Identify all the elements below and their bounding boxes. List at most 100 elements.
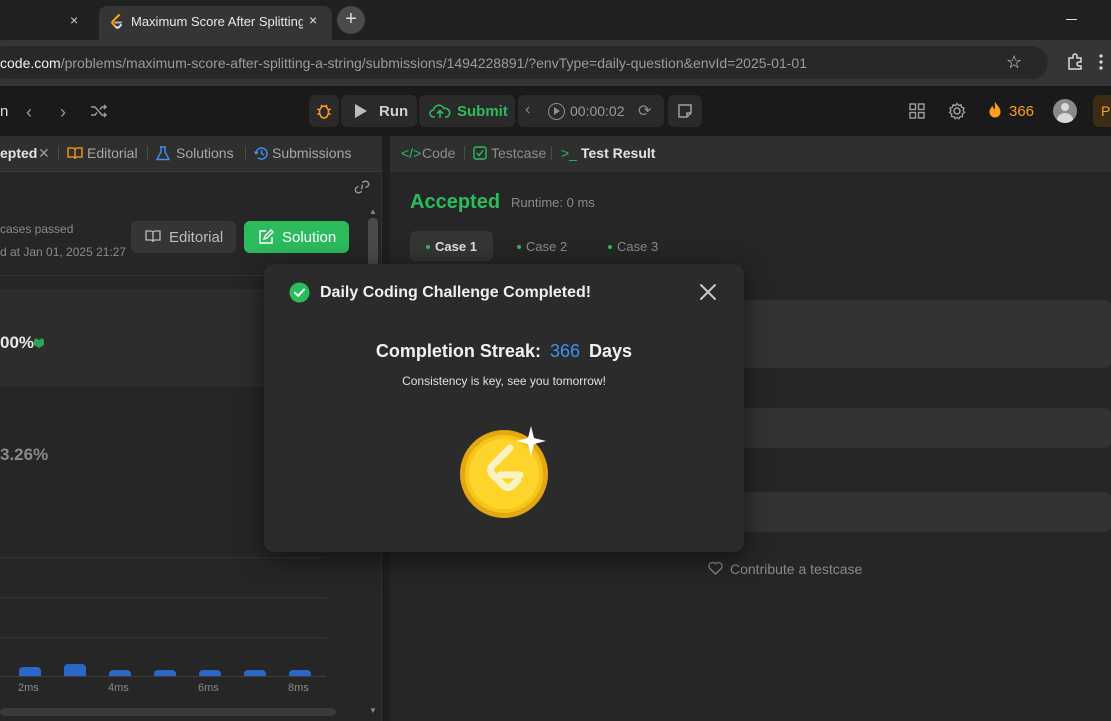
distribution-bar[interactable] [244, 670, 266, 676]
prev-problem-icon[interactable]: ‹ [26, 102, 32, 123]
streak-suffix: Days [589, 341, 633, 361]
case-tab[interactable]: Case 2 [501, 231, 584, 261]
tab-accepted[interactable]: epted [0, 145, 37, 161]
case-label: Case 2 [526, 239, 568, 254]
next-problem-icon[interactable]: › [60, 102, 66, 123]
new-tab-button[interactable]: + [337, 6, 365, 34]
streak-count[interactable]: 366 [1009, 103, 1034, 120]
case-label: Case 3 [617, 239, 659, 254]
edit-icon [259, 229, 274, 244]
tab-separator [147, 146, 148, 160]
editorial-button[interactable]: Editorial [131, 221, 236, 253]
browser-tab-previous[interactable]: × [0, 6, 96, 40]
cloud-upload-icon [429, 104, 451, 118]
tab-separator [551, 146, 552, 160]
distribution-bar[interactable] [19, 667, 41, 676]
case-label: Case 1 [435, 239, 477, 254]
heart-icon [708, 561, 723, 575]
case-tab[interactable]: Case 3 [592, 231, 675, 261]
browser-menu-icon[interactable] [1099, 54, 1103, 70]
completion-streak: Completion Streak: 366 Days [264, 341, 744, 362]
case-tab[interactable]: Case 1 [410, 231, 493, 261]
tab-editorial[interactable]: Editorial [87, 145, 138, 161]
chart-x-tick: 6ms [198, 682, 219, 694]
check-circle-icon [289, 282, 310, 303]
url-bar[interactable]: code.com/problems/maximum-score-after-sp… [0, 46, 1048, 79]
book-icon [145, 230, 161, 243]
chart-gridline [0, 557, 326, 558]
gear-icon[interactable] [948, 102, 966, 120]
chart-x-tick: 4ms [108, 682, 129, 694]
solution-button[interactable]: Solution [244, 221, 349, 253]
play-icon [355, 104, 367, 118]
distribution-bar[interactable] [64, 664, 86, 676]
cases-passed-text: cases passed [0, 222, 74, 236]
submit-label: Submit [457, 103, 508, 120]
tab-submissions[interactable]: Submissions [272, 145, 351, 161]
link-icon[interactable] [353, 180, 371, 194]
address-bar-row: code.com/problems/maximum-score-after-sp… [0, 40, 1111, 86]
memory-beats-percent: 3.26% [0, 445, 49, 464]
beats-icon [34, 338, 44, 348]
run-button[interactable]: Run [341, 95, 417, 127]
chart-gridline [0, 637, 326, 638]
notes-button[interactable] [668, 95, 702, 127]
tab-test-result[interactable]: Test Result [581, 145, 655, 161]
code-icon: </> [401, 145, 422, 161]
chart-baseline [0, 676, 326, 677]
window-minimize-icon[interactable] [1066, 19, 1077, 20]
problem-list-label[interactable]: n [0, 103, 8, 120]
scrollbar-thumb[interactable] [368, 218, 378, 266]
extensions-puzzle-icon[interactable] [1066, 53, 1084, 71]
tab-solutions[interactable]: Solutions [176, 145, 234, 161]
distribution-bar[interactable] [154, 670, 176, 676]
distribution-bar[interactable] [109, 670, 131, 676]
checkbox-icon [473, 146, 487, 160]
flask-icon [156, 146, 170, 161]
tab-code[interactable]: Code [422, 145, 455, 161]
editorial-button-label: Editorial [169, 229, 224, 246]
case-pass-dot [517, 245, 521, 249]
url-text: code.com/problems/maximum-score-after-sp… [0, 55, 807, 71]
solution-button-label: Solution [282, 229, 337, 246]
bookmark-star-icon[interactable]: ☆ [1006, 52, 1022, 73]
result-runtime: Runtime: 0 ms [511, 195, 595, 210]
submit-button[interactable]: Submit [419, 95, 515, 127]
case-pass-dot [608, 245, 612, 249]
debug-button[interactable] [309, 95, 339, 127]
tab-close-icon[interactable]: ✕ [38, 145, 50, 162]
url-path: /problems/maximum-score-after-splitting-… [60, 55, 807, 71]
distribution-bar[interactable] [199, 670, 221, 676]
tab-close-icon[interactable]: × [70, 12, 78, 28]
browser-tab-active[interactable]: Maximum Score After Splitting a String × [99, 6, 332, 40]
timer-play-icon[interactable] [548, 103, 565, 120]
streak-prefix: Completion Streak: [375, 341, 541, 361]
run-label: Run [379, 103, 409, 120]
tab-title: Maximum Score After Splitting a String [131, 14, 303, 29]
shuffle-icon[interactable] [90, 102, 108, 120]
submitted-at-text: d at Jan 01, 2025 21:27 [0, 245, 127, 259]
avatar[interactable] [1053, 99, 1077, 123]
chart-gridline [0, 597, 326, 598]
premium-button[interactable]: P [1093, 95, 1111, 127]
tab-close-icon[interactable]: × [309, 12, 317, 28]
result-status: Accepted [410, 191, 501, 213]
chart-x-tick: 8ms [288, 682, 309, 694]
modal-tagline: Consistency is key, see you tomorrow! [402, 374, 606, 388]
scroll-down-icon[interactable]: ▼ [369, 706, 377, 715]
distribution-bar[interactable] [289, 670, 311, 676]
case-pass-dot [426, 245, 430, 249]
close-icon[interactable] [698, 282, 718, 302]
tab-separator [245, 146, 246, 160]
horizontal-scrollbar[interactable] [0, 708, 336, 716]
layout-icon[interactable] [909, 103, 925, 119]
book-icon [67, 147, 83, 160]
timer-control: ‹ 00:00:02 ⟳ [518, 95, 664, 127]
timer-collapse-icon[interactable]: ‹ [525, 101, 530, 119]
tab-testcase[interactable]: Testcase [491, 145, 546, 161]
leetcode-favicon-icon [111, 14, 122, 29]
scroll-up-icon[interactable]: ▲ [369, 207, 377, 216]
bug-icon [316, 104, 332, 119]
contribute-testcase-link[interactable]: Contribute a testcase [730, 561, 862, 577]
timer-reset-icon[interactable]: ⟳ [638, 101, 651, 121]
